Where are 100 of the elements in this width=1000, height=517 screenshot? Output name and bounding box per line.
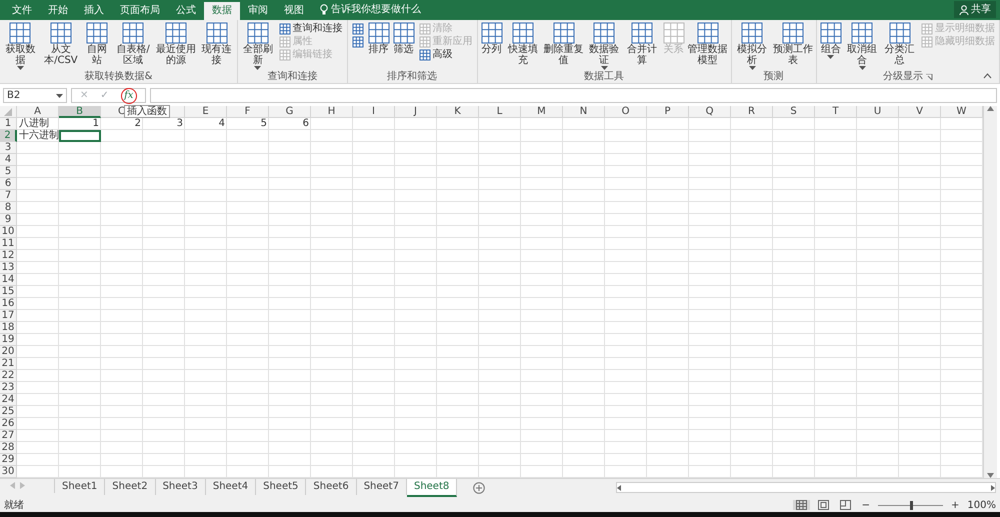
zoom-out-button[interactable]: − xyxy=(862,498,870,512)
row-header[interactable]: 14 xyxy=(0,274,17,286)
ribbon-tab[interactable]: 视图 xyxy=(276,2,312,20)
ribbon-tab[interactable]: 开始 xyxy=(40,2,76,20)
add-sheet-icon[interactable] xyxy=(473,482,486,494)
sheet-tab[interactable]: Sheet4 xyxy=(206,479,256,495)
ribbon-button[interactable]: 取消组合 xyxy=(844,22,880,70)
sheet-tab[interactable]: Sheet6 xyxy=(306,479,357,495)
share-button[interactable]: 共享 xyxy=(954,1,996,18)
row-header[interactable]: 29 xyxy=(0,454,17,466)
ribbon-button[interactable]: 模拟分析 xyxy=(734,22,771,70)
row-header[interactable]: 11 xyxy=(0,238,17,250)
column-header[interactable]: U xyxy=(857,106,899,118)
row-header[interactable]: 7 xyxy=(0,190,17,202)
column-header[interactable]: P xyxy=(647,106,689,118)
row-header[interactable]: 10 xyxy=(0,226,17,238)
ribbon-button[interactable]: 预测工作表 xyxy=(772,22,814,66)
column-header[interactable]: R xyxy=(731,106,773,118)
row-header[interactable]: 20 xyxy=(0,346,17,358)
column-header[interactable]: W xyxy=(941,106,983,118)
ribbon-tab[interactable]: 公式 xyxy=(168,2,204,20)
column-header[interactable]: E xyxy=(185,106,227,118)
row-header[interactable]: 9 xyxy=(0,214,17,226)
ribbon-button[interactable]: 全部刷新 xyxy=(240,22,276,70)
insert-function-button[interactable]: fx xyxy=(120,88,137,104)
ribbon-tab[interactable]: 插入 xyxy=(76,2,112,20)
column-header[interactable]: F xyxy=(227,106,269,118)
ribbon-tab[interactable]: 页面布局 xyxy=(112,2,168,20)
column-header[interactable]: A xyxy=(17,106,59,118)
column-header[interactable]: N xyxy=(563,106,605,118)
ribbon-button[interactable]: 快速填充 xyxy=(504,22,542,66)
ribbon-button[interactable]: 排序 xyxy=(366,22,391,55)
row-header[interactable]: 2 xyxy=(0,130,17,142)
row-header[interactable]: 23 xyxy=(0,382,17,394)
view-button[interactable] xyxy=(792,500,810,510)
ribbon-button[interactable]: 合并计算 xyxy=(624,22,661,66)
column-header[interactable]: I xyxy=(353,106,395,118)
sheet-tab[interactable]: Sheet1 xyxy=(55,479,106,495)
collapse-icon[interactable] xyxy=(983,73,992,79)
column-header[interactable]: G xyxy=(269,106,311,118)
column-header[interactable]: K xyxy=(437,106,479,118)
column-header[interactable]: O xyxy=(605,106,647,118)
ribbon-button[interactable]: 管理数据模型 xyxy=(686,22,729,66)
scroll-up-icon[interactable] xyxy=(987,106,994,111)
column-header[interactable]: H xyxy=(311,106,353,118)
ribbon-button[interactable]: 最近使用的源 xyxy=(155,22,198,66)
column-header[interactable]: L xyxy=(479,106,521,118)
ribbon-button[interactable]: 组合 xyxy=(818,22,843,59)
scroll-left-icon[interactable] xyxy=(617,484,621,490)
row-header[interactable]: 27 xyxy=(0,430,17,442)
row-header[interactable]: 18 xyxy=(0,322,17,334)
row-header[interactable]: 26 xyxy=(0,418,17,430)
row-header[interactable]: 13 xyxy=(0,262,17,274)
scroll-right-icon[interactable] xyxy=(991,484,995,490)
column-header[interactable]: M xyxy=(521,106,563,118)
column-header[interactable]: J xyxy=(395,106,437,118)
column-header[interactable]: V xyxy=(899,106,941,118)
row-header[interactable]: 16 xyxy=(0,298,17,310)
sheet-tab[interactable]: Sheet3 xyxy=(156,479,206,495)
row-header[interactable]: 28 xyxy=(0,442,17,454)
ribbon-button[interactable]: 分列 xyxy=(480,22,504,55)
ribbon-button[interactable] xyxy=(350,36,366,48)
name-box[interactable]: B2 xyxy=(3,88,67,103)
formula-input[interactable] xyxy=(150,88,997,103)
zoom-slider-thumb[interactable] xyxy=(910,500,913,510)
row-header[interactable]: 1 xyxy=(0,118,17,130)
row-header[interactable]: 24 xyxy=(0,394,17,406)
ribbon-button[interactable]: 分类汇总 xyxy=(881,22,918,66)
row-header[interactable]: 30 xyxy=(0,466,17,478)
row-header[interactable]: 8 xyxy=(0,202,17,214)
ribbon-button[interactable]: 查询和连接 xyxy=(276,23,345,35)
tell-me-field[interactable]: 告诉我你想要做什么 xyxy=(331,2,421,17)
ribbon-button[interactable] xyxy=(350,23,366,35)
row-header[interactable]: 17 xyxy=(0,310,17,322)
ribbon-button[interactable]: 数据验证 xyxy=(586,22,623,70)
row-header[interactable]: 4 xyxy=(0,154,17,166)
column-header[interactable]: T xyxy=(815,106,857,118)
row-header[interactable]: 22 xyxy=(0,370,17,382)
row-header[interactable]: 6 xyxy=(0,178,17,190)
ribbon-tab[interactable]: 审阅 xyxy=(240,2,276,20)
row-header[interactable]: 3 xyxy=(0,142,17,154)
row-header[interactable]: 15 xyxy=(0,286,17,298)
zoom-in-button[interactable]: + xyxy=(951,498,960,512)
ribbon-button[interactable]: 筛选 xyxy=(392,22,416,55)
row-header[interactable]: 25 xyxy=(0,406,17,418)
column-header[interactable]: Q xyxy=(689,106,731,118)
sheet-tab[interactable]: Sheet2 xyxy=(105,479,156,495)
row-header[interactable]: 5 xyxy=(0,166,17,178)
ribbon-button[interactable]: 自表格/区域 xyxy=(112,22,154,66)
dialog-launcher-icon[interactable] xyxy=(926,74,933,80)
column-header[interactable]: B xyxy=(59,106,101,118)
ribbon-button[interactable]: 现有连接 xyxy=(198,22,235,66)
row-header[interactable]: 12 xyxy=(0,250,17,262)
ribbon-button[interactable]: 获取数据 xyxy=(2,22,39,70)
ribbon-tab[interactable]: 数据 xyxy=(204,2,240,20)
sheet-tab[interactable]: Sheet5 xyxy=(256,479,306,495)
ribbon-button[interactable]: 从文本/CSV xyxy=(40,22,82,66)
ribbon-button[interactable]: 高级 xyxy=(416,49,475,61)
ribbon-button[interactable]: 删除重复值 xyxy=(542,22,585,66)
column-header[interactable]: S xyxy=(773,106,815,118)
